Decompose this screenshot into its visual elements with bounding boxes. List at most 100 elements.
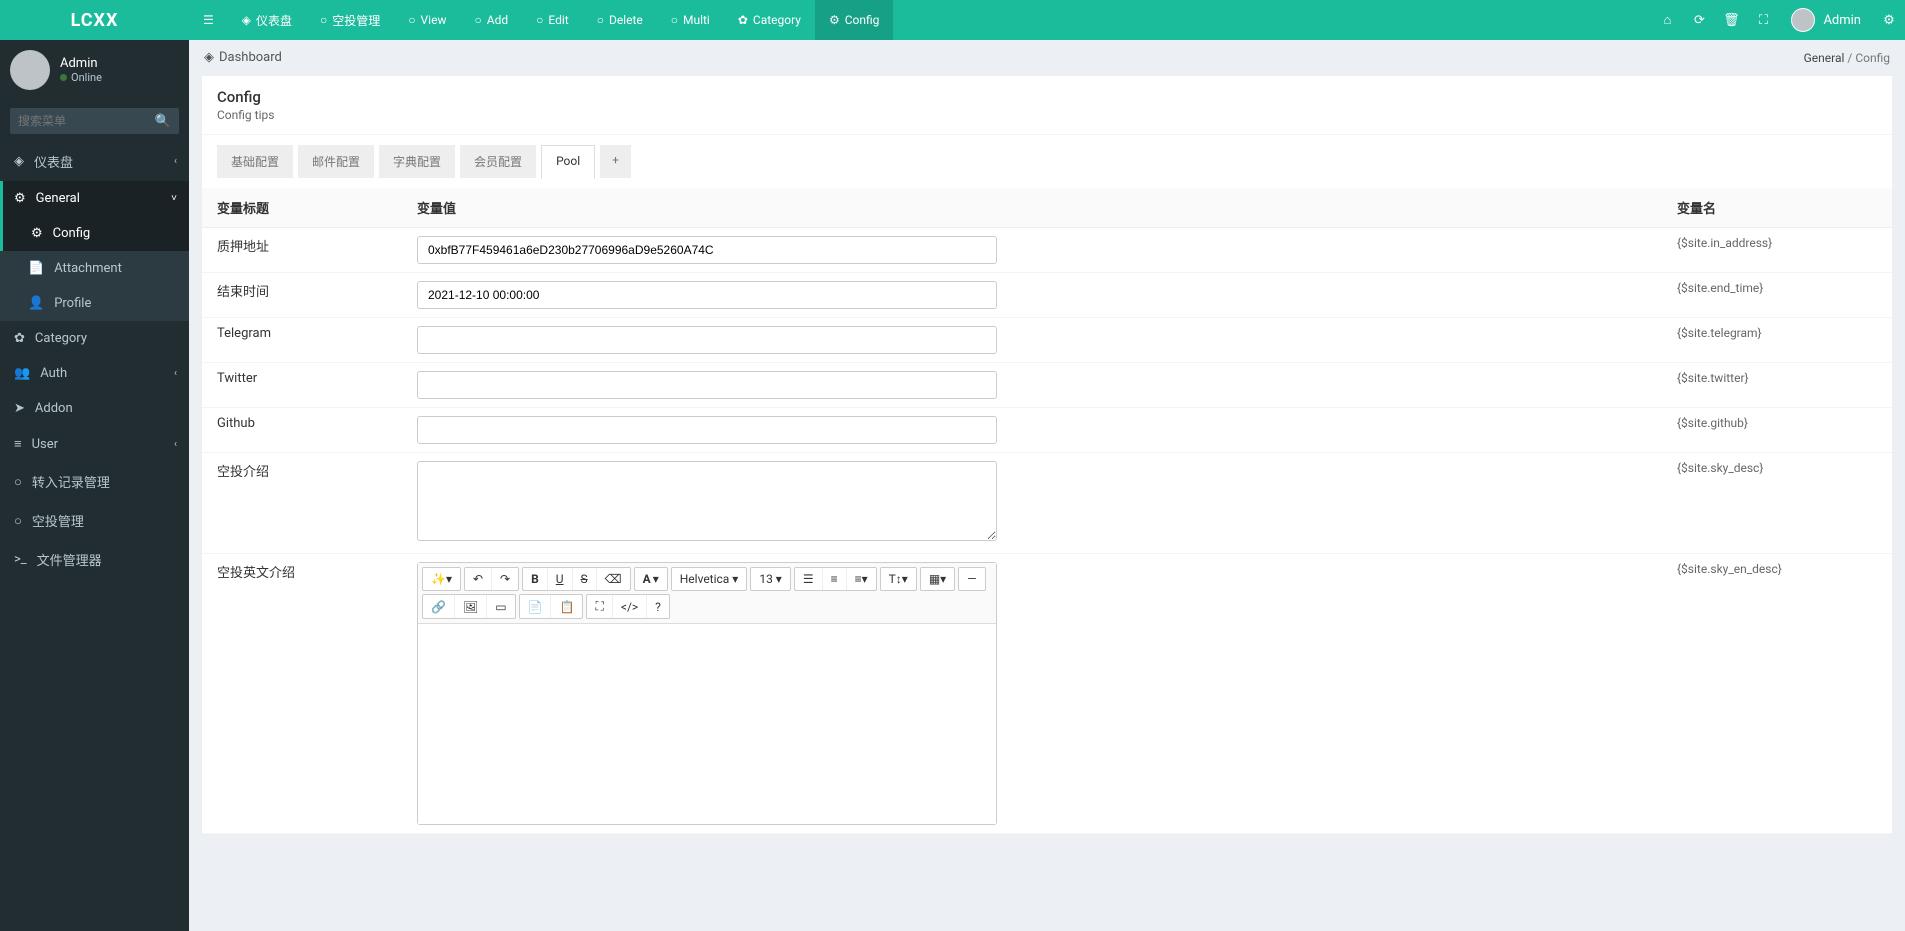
help-icon[interactable]: ? (647, 595, 669, 618)
editor-toolbar: ✨▾↶↷BUS⌫A▾Helvetica ▾13 ▾☰≡≡▾T↕▾▦▾— 🔗🖼▭ 📄📋… (418, 563, 996, 624)
chevron-icon: ‹ (174, 156, 177, 167)
search-input[interactable] (10, 108, 179, 134)
table-row: 结束时间{$site.end_time} (202, 273, 1892, 318)
search-icon[interactable]: 🔍 (155, 114, 171, 129)
align-icon[interactable]: ≡▾ (847, 568, 876, 590)
topnav-空投管理[interactable]: ○空投管理 (306, 0, 394, 40)
fullscreen-icon[interactable]: ⛶ (1747, 0, 1779, 40)
bold-button[interactable]: B (523, 568, 548, 590)
list-ol-icon[interactable]: ≡ (823, 568, 847, 590)
input-0[interactable] (417, 236, 997, 264)
video-icon[interactable]: ▭ (487, 595, 514, 618)
sidebar-item-category[interactable]: ✿Category (0, 321, 189, 356)
row-varname: {$site.end_time} (1662, 273, 1892, 318)
brand-logo[interactable]: LCXX (0, 10, 189, 31)
row-varname: {$site.github} (1662, 408, 1892, 453)
code-icon[interactable]: </> (613, 595, 647, 618)
panel-title: Config (217, 88, 1877, 106)
topnav-add[interactable]: ○Add (460, 0, 522, 40)
chevron-icon: ˅ (171, 193, 177, 204)
breadcrumb-bar: ◈ Dashboard General / Config (189, 40, 1905, 75)
sidebar-item-user[interactable]: ≡User‹ (0, 426, 189, 462)
sidebar-item-文件管理器[interactable]: >_文件管理器 (0, 540, 189, 579)
table-row: Telegram{$site.telegram} (202, 318, 1892, 363)
input-1[interactable] (417, 281, 997, 309)
tab-add[interactable]: + (600, 145, 631, 178)
rich-editor: ✨▾↶↷BUS⌫A▾Helvetica ▾13 ▾☰≡≡▾T↕▾▦▾— 🔗🖼▭ 📄📋… (417, 562, 997, 825)
topnav-仪表盘[interactable]: ◈仪表盘 (228, 0, 306, 40)
hr-icon[interactable]: — (959, 568, 984, 590)
table-row: 质押地址{$site.in_address} (202, 228, 1892, 273)
topnav-config[interactable]: ⚙Config (815, 0, 893, 40)
col-value: 变量值 (402, 188, 1662, 228)
table-icon[interactable]: ▦▾ (921, 568, 954, 590)
topnav-multi[interactable]: ○Multi (657, 0, 724, 40)
row-varname: {$site.telegram} (1662, 318, 1892, 363)
list-ul-icon[interactable]: ☰ (795, 568, 823, 590)
breadcrumb-parent[interactable]: General (1804, 51, 1845, 65)
trash-icon[interactable]: 🗑 (1715, 0, 1747, 40)
undo-icon[interactable]: ↶ (465, 568, 492, 590)
topnav-view[interactable]: ○View (394, 0, 460, 40)
topnav-toggle[interactable]: ☰ (189, 0, 228, 40)
topbar-username: Admin (1823, 13, 1861, 28)
tab-字典配置[interactable]: 字典配置 (379, 145, 455, 178)
sidebar-item-auth[interactable]: 👥Auth‹ (0, 356, 189, 391)
redo-icon[interactable]: ↷ (492, 568, 518, 590)
circle-icon: ○ (408, 13, 415, 27)
font-size-select[interactable]: 13 ▾ (751, 568, 790, 590)
status-dot-icon (60, 74, 67, 81)
row-title: Twitter (202, 363, 402, 408)
link-icon[interactable]: 🔗 (423, 595, 455, 618)
sidebar-item-addon[interactable]: ➤Addon (0, 391, 189, 426)
textarea-5[interactable] (417, 461, 997, 541)
strike-button[interactable]: S (573, 568, 597, 590)
sidebar-menu: ◈仪表盘‹⚙General˅⚙Config📄Attachment👤Profile… (0, 142, 189, 579)
image-icon[interactable]: 🖼 (455, 595, 487, 618)
sidebar-item-config[interactable]: ⚙Config (0, 216, 189, 251)
file-icon[interactable]: 📄 (520, 595, 552, 618)
breadcrumb-current: Config (1855, 51, 1890, 65)
row-value (402, 363, 1662, 408)
home-icon[interactable]: ⌂ (1651, 0, 1683, 40)
refresh-icon[interactable]: ⟳ (1683, 0, 1715, 40)
row-value (402, 453, 1662, 554)
tab-邮件配置[interactable]: 邮件配置 (298, 145, 374, 178)
row-value (402, 228, 1662, 273)
breadcrumb-left[interactable]: ◈ Dashboard (204, 50, 282, 65)
topnav-delete[interactable]: ○Delete (583, 0, 657, 40)
tab-会员配置[interactable]: 会员配置 (460, 145, 536, 178)
topbar-user[interactable]: Admin (1779, 8, 1873, 32)
sidebar-item-general[interactable]: ⚙General˅ (0, 181, 189, 216)
input-2[interactable] (417, 326, 997, 354)
bars-icon: ☰ (203, 13, 214, 27)
main-content: ◈ Dashboard General / Config Config Conf… (189, 40, 1905, 931)
topnav-category[interactable]: ✿Category (724, 0, 815, 40)
sidebar-item-转入记录管理[interactable]: ○转入记录管理 (0, 462, 189, 501)
clear-format-button[interactable]: ⌫ (597, 568, 630, 590)
magic-icon[interactable]: ✨▾ (423, 568, 460, 590)
tab-pool[interactable]: Pool (541, 145, 595, 179)
attachment-icon[interactable]: 📋 (551, 595, 582, 618)
font-family-select[interactable]: Helvetica ▾ (672, 568, 747, 590)
sidebar-item-profile[interactable]: 👤Profile (0, 286, 189, 321)
circle-icon: ○ (14, 474, 22, 490)
sidebar-item-attachment[interactable]: 📄Attachment (0, 251, 189, 286)
font-color-button[interactable]: A▾ (635, 568, 667, 590)
topnav-edit[interactable]: ○Edit (522, 0, 583, 40)
settings-cogs-icon[interactable]: ⚙ (1873, 0, 1905, 40)
input-4[interactable] (417, 416, 997, 444)
sidebar-item-仪表盘[interactable]: ◈仪表盘‹ (0, 142, 189, 181)
tab-基础配置[interactable]: 基础配置 (217, 145, 293, 178)
group-icon: 👥 (14, 366, 30, 381)
fullscreen-icon[interactable]: ⛶ (587, 595, 612, 618)
height-icon[interactable]: T↕▾ (881, 568, 916, 590)
leaf-icon: ✿ (738, 13, 748, 27)
circle-icon: ○ (320, 13, 327, 27)
row-varname: {$site.twitter} (1662, 363, 1892, 408)
sidebar-item-空投管理[interactable]: ○空投管理 (0, 501, 189, 540)
input-3[interactable] (417, 371, 997, 399)
underline-button[interactable]: U (548, 568, 573, 590)
dashboard-icon: ◈ (14, 154, 24, 169)
editor-body[interactable] (418, 624, 996, 824)
